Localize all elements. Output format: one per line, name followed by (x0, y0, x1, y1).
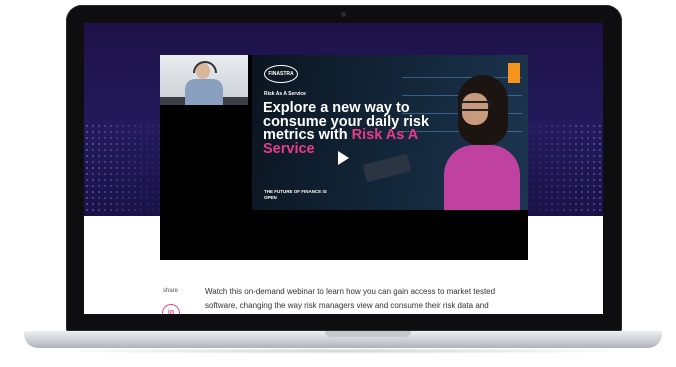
presenter-body (185, 79, 223, 105)
video-tagline: THE FUTURE OF FINANCE IS OPEN (264, 189, 327, 200)
brand-logo: FINASTRA (264, 65, 298, 83)
play-icon[interactable] (338, 151, 349, 165)
presenter-image (440, 75, 520, 210)
presenter-thumbnail (160, 55, 248, 105)
laptop-screen: FINASTRA Risk As A Service Explore a new… (84, 23, 603, 314)
video-player[interactable]: FINASTRA Risk As A Service Explore a new… (160, 55, 528, 260)
tablet-image (362, 153, 412, 183)
video-slide[interactable]: FINASTRA Risk As A Service Explore a new… (252, 55, 528, 210)
linkedin-icon[interactable]: in (162, 304, 180, 314)
image-glasses (460, 101, 490, 111)
webinar-description: Watch this on-demand webinar to learn ho… (205, 287, 496, 310)
brand-tab (508, 63, 520, 83)
laptop-shadow (40, 348, 646, 354)
video-headline: Explore a new way to consume your daily … (263, 101, 443, 156)
video-kicker: Risk As A Service (264, 91, 306, 97)
laptop-notch (325, 331, 411, 337)
webcam (341, 12, 346, 17)
laptop-base (24, 331, 662, 348)
headset-icon (193, 61, 217, 73)
image-shirt (444, 145, 520, 210)
share-label: share (163, 288, 179, 294)
